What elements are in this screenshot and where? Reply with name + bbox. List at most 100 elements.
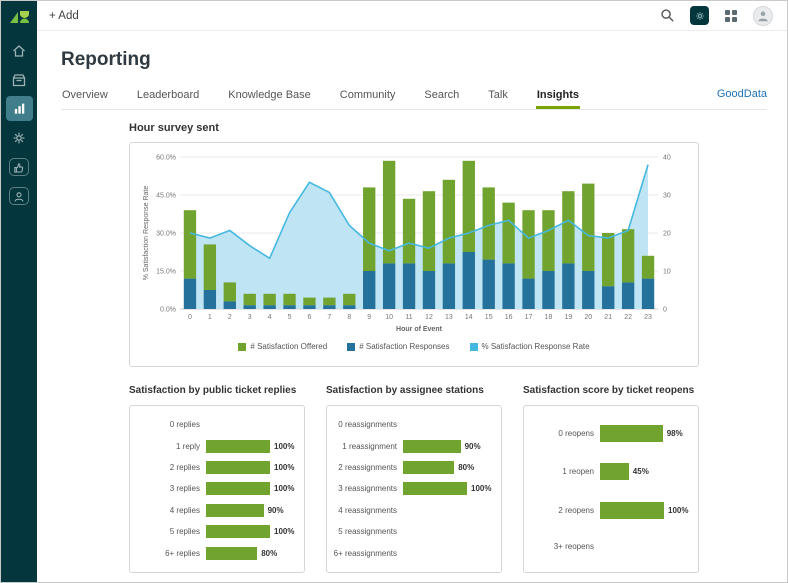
content-area: Reporting Overview Leaderboard Knowledge B… — [37, 31, 787, 582]
bar-row-label: 0 reassignments — [338, 420, 397, 430]
page-title: Reporting — [61, 49, 151, 70]
svg-text:60.0%: 60.0% — [156, 155, 176, 162]
tab-knowledge-base[interactable]: Knowledge Base — [227, 84, 312, 109]
bar[interactable] — [600, 463, 629, 481]
bar-track — [403, 418, 493, 431]
current-app-button[interactable] — [690, 6, 709, 25]
bar[interactable] — [403, 482, 467, 496]
bar[interactable] — [600, 424, 663, 442]
legend-label: # Satisfaction Responses — [359, 342, 450, 351]
svg-text:8: 8 — [347, 314, 351, 321]
small-chart-title: Satisfaction by public ticket replies — [129, 385, 297, 396]
svg-text:9: 9 — [367, 314, 371, 321]
bar-row: 4 replies 90% — [136, 503, 296, 517]
main-chart-block: Hour survey sent 0.0% 15.0% 30.0% 45.0% 60.0… — [129, 122, 699, 367]
small-chart-block: Satisfaction by public ticket replies 0 r… — [129, 381, 305, 573]
svg-text:0.0%: 0.0% — [160, 307, 176, 314]
tab-search[interactable]: Search — [423, 84, 460, 109]
bar-row: 1 reply 100% — [136, 439, 296, 453]
sidebar-item-settings[interactable] — [1, 123, 37, 152]
bar-row: 5 reassignments — [333, 525, 493, 538]
bar-track — [206, 418, 296, 431]
sidebar-item-queue[interactable] — [1, 65, 37, 94]
small-chart-card: 0 reopens 98% 1 reopen 45% 2 reopens 100% 3+ r… — [523, 405, 699, 573]
app-window: + Add Reporting Overview Leaderboard Kno… — [0, 0, 788, 583]
bar-track: 80% — [403, 461, 493, 475]
chart-legend: # Satisfaction Offered # Satisfaction Res… — [138, 342, 690, 351]
bar-track: 90% — [403, 439, 493, 453]
main-chart-title: Hour survey sent — [129, 122, 219, 134]
bar-value-label: 100% — [274, 441, 295, 451]
tab-insights[interactable]: Insights — [535, 84, 581, 109]
bar-row-label: 1 reply — [175, 441, 200, 451]
search-button[interactable] — [660, 8, 675, 23]
framed-outline — [9, 186, 29, 205]
bar[interactable] — [206, 503, 264, 517]
bar-track: 100% — [206, 439, 296, 453]
sidebar-item-satisfaction[interactable] — [1, 152, 37, 181]
svg-text:14: 14 — [465, 314, 473, 321]
bar-row-label: 2 reassignments — [338, 463, 397, 473]
bar[interactable] — [403, 461, 455, 475]
tab-community[interactable]: Community — [339, 84, 397, 109]
bar-track — [403, 504, 493, 517]
sidebar — [1, 1, 37, 582]
small-charts-row: Satisfaction by public ticket replies 0 r… — [129, 381, 699, 573]
bar-row: 5 replies 100% — [136, 525, 296, 539]
avatar[interactable] — [753, 5, 773, 26]
bar[interactable] — [206, 439, 270, 453]
main-chart-card: 0.0% 15.0% 30.0% 45.0% 60.0% 0 10 20 30 40 0 1 2 3 4 5 6… — [129, 142, 699, 367]
bar-row: 2 reopens 100% — [530, 501, 690, 519]
bar[interactable] — [206, 525, 270, 539]
tab-leaderboard[interactable]: Leaderboard — [136, 84, 200, 109]
bar-row-label: 0 reopens — [558, 428, 594, 438]
bar[interactable] — [206, 461, 270, 475]
tabs: Overview Leaderboard Knowledge Base Communi… — [61, 84, 581, 109]
gooddata-link[interactable]: GoodData — [717, 88, 767, 109]
svg-text:19: 19 — [564, 314, 572, 321]
bar-row-label: 3 replies — [169, 484, 200, 494]
legend-label: % Satisfaction Response Rate — [481, 342, 590, 351]
legend-label: # Satisfaction Offered — [250, 342, 328, 351]
bar[interactable] — [403, 439, 461, 453]
add-button[interactable]: + Add — [49, 10, 79, 22]
svg-text:5: 5 — [288, 314, 292, 321]
bar-row: 2 replies 100% — [136, 461, 296, 475]
sidebar-item-profile[interactable] — [1, 181, 37, 210]
apps-grid-button[interactable] — [724, 9, 738, 23]
svg-text:4: 4 — [268, 314, 272, 321]
gear-icon — [13, 132, 25, 143]
bar-value-label: 98% — [666, 428, 683, 438]
svg-text:21: 21 — [604, 314, 612, 321]
bar-value-label: 80% — [261, 548, 278, 558]
avatar-person-icon — [758, 11, 768, 21]
bar-track — [600, 540, 690, 553]
tab-talk[interactable]: Talk — [487, 84, 509, 109]
bar-row: 1 reassignment 90% — [333, 439, 493, 453]
bar-value-label: 100% — [471, 484, 492, 494]
tab-overview[interactable]: Overview — [61, 84, 109, 109]
svg-text:18: 18 — [545, 314, 553, 321]
bar-row-label: 3+ reopens — [553, 542, 594, 552]
bar[interactable] — [206, 482, 270, 496]
svg-text:0: 0 — [188, 314, 192, 321]
thumbs-up-icon — [14, 162, 24, 173]
bar-row: 1 reopen 45% — [530, 463, 690, 481]
response-rate-area — [189, 164, 649, 309]
small-chart-title: Satisfaction score by ticket reopens — [523, 385, 695, 396]
sidebar-item-reporting[interactable] — [1, 94, 37, 123]
bar[interactable] — [206, 546, 258, 560]
svg-text:22: 22 — [624, 314, 632, 321]
legend-item[interactable]: # Satisfaction Responses — [347, 342, 450, 351]
bar-value-label: 80% — [458, 463, 475, 473]
svg-text:Hour of Event: Hour of Event — [396, 326, 443, 333]
svg-text:10: 10 — [663, 269, 671, 276]
svg-text:40: 40 — [663, 155, 671, 162]
svg-text:12: 12 — [425, 314, 433, 321]
sidebar-item-home[interactable] — [1, 36, 37, 65]
bar-track: 100% — [206, 482, 296, 496]
legend-item[interactable]: % Satisfaction Response Rate — [469, 342, 590, 351]
legend-item[interactable]: # Satisfaction Offered — [238, 342, 327, 351]
svg-text:7: 7 — [327, 314, 331, 321]
bar[interactable] — [600, 501, 664, 519]
